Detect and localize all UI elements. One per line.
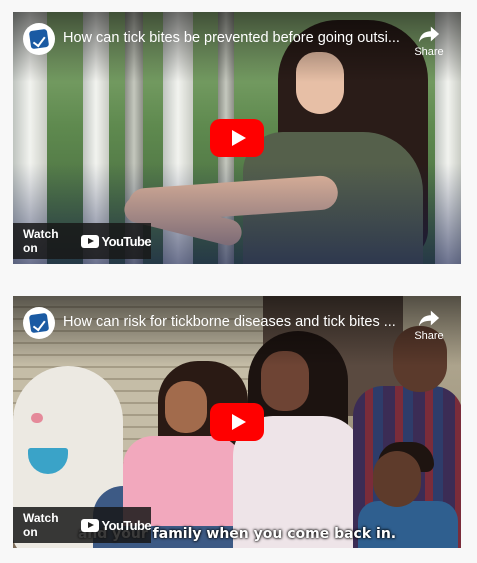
watch-on-label: Watch on — [23, 511, 59, 539]
share-label: Share — [414, 330, 444, 342]
watch-on-youtube-button[interactable]: Watch on YouTube — [13, 507, 152, 543]
watch-on-label: Watch on — [23, 227, 59, 255]
channel-logo-icon[interactable] — [23, 23, 55, 55]
video-title[interactable]: How can tick bites be prevented before g… — [63, 30, 403, 46]
youtube-brand-label: YouTube — [101, 233, 152, 249]
watch-on-youtube-button[interactable]: Watch on YouTube — [13, 223, 152, 259]
play-button[interactable] — [210, 403, 264, 441]
top-gradient — [13, 296, 461, 366]
youtube-logo-icon: YouTube — [80, 233, 152, 249]
video-embed-1[interactable]: How can tick bites be prevented before g… — [13, 12, 461, 264]
share-arrow-icon — [418, 310, 440, 327]
share-button[interactable]: Share — [409, 308, 449, 342]
video-embed-2[interactable]: and your family when you come back in. H… — [13, 296, 461, 548]
play-button[interactable] — [210, 119, 264, 157]
share-arrow-icon — [418, 26, 440, 43]
video-title[interactable]: How can risk for tickborne diseases and … — [63, 314, 403, 330]
top-gradient — [13, 12, 461, 82]
share-label: Share — [414, 46, 444, 58]
youtube-logo-icon: YouTube — [80, 517, 152, 533]
channel-logo-icon[interactable] — [23, 307, 55, 339]
youtube-brand-label: YouTube — [101, 517, 152, 533]
share-button[interactable]: Share — [409, 24, 449, 58]
